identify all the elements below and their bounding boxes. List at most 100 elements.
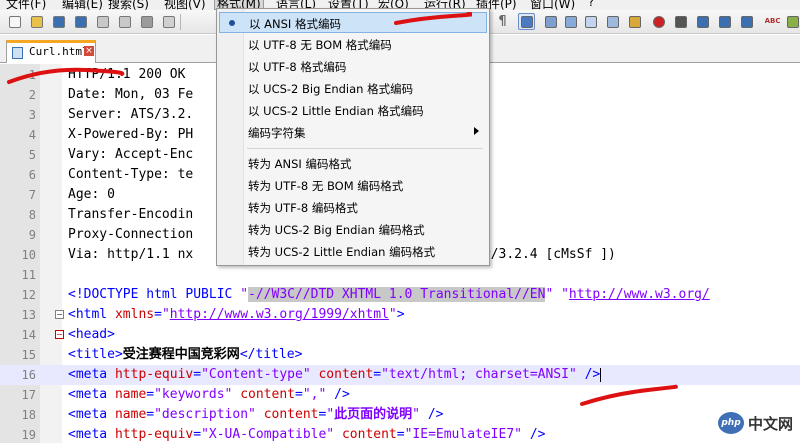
play-macro-icon[interactable] [694, 13, 711, 30]
menu-item-3[interactable]: 视图(V) [164, 0, 206, 10]
menu-item-label: 以 UCS-2 Big Endian 格式编码 [248, 82, 414, 96]
menu-item-label: 以 UTF-8 格式编码 [248, 60, 347, 74]
cut-icon[interactable] [160, 13, 177, 30]
line-number: 14 [21, 328, 36, 342]
token-tag: = [295, 387, 303, 402]
token-tag: = [373, 367, 382, 382]
tab-label: Curl.html [29, 45, 89, 58]
code-line[interactable]: 12 <!DOCTYPE html PUBLIC "-//W3C//DTD XHT… [0, 285, 800, 305]
token-tag: <html [68, 307, 115, 322]
menu-item-label: 转为 ANSI 编码格式 [248, 157, 352, 171]
print-icon[interactable] [138, 13, 155, 30]
menu-item-label: 以 ANSI 格式编码 [249, 17, 341, 31]
code-line[interactable]: 19 <meta http-equiv="X-UA-Compatible" con… [0, 425, 800, 445]
open-file-icon[interactable] [28, 13, 45, 30]
menu-item-label: 转为 UCS-2 Big Endian 编码格式 [248, 223, 425, 237]
word-wrap-icon[interactable]: ¶ [494, 13, 511, 30]
format-menu-item-2[interactable]: 以 UTF-8 格式编码 [219, 56, 487, 77]
submenu-arrow-icon [474, 127, 479, 135]
radio-dot-icon [229, 20, 235, 26]
line-number: 3 [28, 108, 36, 122]
menu-item-10[interactable]: 窗口(W) [530, 0, 575, 10]
format-menu-item-9[interactable]: 转为 UTF-8 编码格式 [219, 197, 487, 218]
format-menu-dropdown: 以 ANSI 格式编码以 UTF-8 无 BOM 格式编码以 UTF-8 格式编… [216, 8, 490, 266]
show-symbol-icon[interactable] [542, 13, 559, 30]
spell-check-settings-icon[interactable] [784, 13, 800, 30]
token-val: "text/html; charset=ANSI" [381, 367, 577, 382]
doc-map-icon[interactable] [604, 13, 621, 30]
format-menu-item-3[interactable]: 以 UCS-2 Big Endian 格式编码 [219, 78, 487, 99]
token-val: "Content-type" [201, 367, 311, 382]
format-menu-item-4[interactable]: 以 UCS-2 Little Endian 格式编码 [219, 100, 487, 121]
token-t [420, 407, 428, 422]
code-line[interactable]: 18 <meta name="description" content="此页面的… [0, 405, 800, 425]
format-menu-item-11[interactable]: 转为 UCS-2 Little Endian 编码格式 [219, 241, 487, 262]
token-attr: content [240, 387, 296, 402]
code-line[interactable]: 14 <head> − [0, 325, 800, 345]
code-text: Proxy-Connection [68, 225, 193, 245]
tab-close-icon[interactable]: × [84, 46, 94, 56]
menu-item-1[interactable]: 编辑(E) [62, 0, 103, 10]
token-val: "X-UA-Compatible" [201, 427, 335, 442]
token-tag: > [396, 307, 405, 322]
menu-item-2[interactable]: 搜索(S) [108, 0, 149, 10]
line-number: 18 [21, 408, 36, 422]
toolbar-separator [180, 14, 181, 30]
code-line[interactable]: 11 [0, 265, 800, 285]
token-url[interactable]: http://www.w3.org/ [569, 287, 710, 302]
token-tag: <meta [68, 427, 115, 442]
token-attr: http-equiv [114, 367, 194, 382]
token-t: X-Powered-By: PH [68, 127, 194, 142]
save-all-icon[interactable] [72, 13, 89, 30]
format-menu-item-10[interactable]: 转为 UCS-2 Big Endian 编码格式 [219, 219, 487, 240]
new-file-icon[interactable] [6, 13, 23, 30]
indent-guide-icon[interactable] [518, 13, 535, 30]
spell-check-icon[interactable]: ABC [764, 13, 781, 30]
line-number: 4 [28, 128, 36, 142]
line-number: 17 [21, 388, 36, 402]
code-text: <html xmlns="http://www.w3.org/1999/xhtm… [68, 305, 405, 325]
token-val: " [412, 407, 420, 422]
token-t: HTTP/1.1 200 OK [68, 67, 186, 82]
format-menu-item-8[interactable]: 转为 UTF-8 无 BOM 编码格式 [219, 175, 487, 196]
zoom-icon[interactable] [562, 13, 579, 30]
token-tag: = [146, 387, 155, 402]
code-line[interactable]: 17 <meta name="keywords" content="," /> [0, 385, 800, 405]
code-line[interactable]: 13 <html xmlns="http://www.w3.org/1999/xh… [0, 305, 800, 325]
token-tag: /> [529, 427, 546, 442]
token-valhl: -//W3C//DTD XHTML 1.0 Transitional//EN [248, 287, 546, 302]
fold-toggle-icon[interactable]: − [55, 330, 64, 339]
save-icon[interactable] [50, 13, 67, 30]
token-url[interactable]: http://www.w3.org/1999/xhtml [170, 307, 389, 322]
menu-item-label: 编码字符集 [248, 126, 306, 140]
format-menu-item-1[interactable]: 以 UTF-8 无 BOM 格式编码 [219, 34, 487, 55]
menu-item-label: 转为 UTF-8 编码格式 [248, 201, 358, 215]
tab-curl-html[interactable]: Curl.html × [6, 40, 96, 63]
function-list-icon[interactable] [582, 13, 599, 30]
format-menu-item-7[interactable]: 转为 ANSI 编码格式 [219, 153, 487, 174]
line-number: 8 [28, 208, 36, 222]
record-macro-icon[interactable] [650, 13, 667, 30]
fold-toggle-icon[interactable]: − [55, 310, 64, 319]
save-macro-icon[interactable] [738, 13, 755, 30]
code-text: HTTP/1.1 200 OK [68, 65, 185, 85]
token-val: "," [302, 387, 327, 402]
format-menu-item-0[interactable]: 以 ANSI 格式编码 [219, 12, 487, 33]
close-icon[interactable] [94, 13, 111, 30]
code-text: <meta http-equiv="X-UA-Compatible" conte… [68, 425, 545, 445]
menu-item-11[interactable]: ? [588, 0, 594, 9]
format-menu-item-5[interactable]: 编码字符集 [219, 122, 487, 143]
token-attr: content [263, 407, 319, 422]
token-tag: <head> [68, 327, 115, 342]
close-all-icon[interactable] [116, 13, 133, 30]
stop-record-icon[interactable] [672, 13, 689, 30]
menu-item-0[interactable]: 文件(F) [6, 0, 46, 10]
code-line[interactable]: 16 <meta http-equiv="Content-type" conten… [0, 365, 800, 385]
run-macro-multiple-icon[interactable] [716, 13, 733, 30]
line-number: 2 [28, 88, 36, 102]
menu-item-label: 转为 UTF-8 无 BOM 编码格式 [248, 179, 404, 193]
code-line[interactable]: 15 <title>受注赛程中国竞彩网</title> [0, 345, 800, 365]
monitor-icon[interactable] [626, 13, 643, 30]
token-tag: /> [334, 387, 350, 402]
token-t [334, 427, 342, 442]
